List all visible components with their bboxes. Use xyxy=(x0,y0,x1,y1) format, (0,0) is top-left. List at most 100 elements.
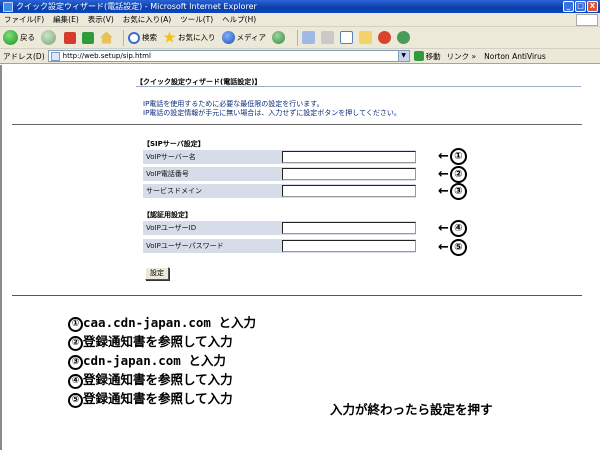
form-row-phone: VoIP電話番号 xyxy=(143,167,416,181)
phone-label: VoIP電話番号 xyxy=(146,170,189,178)
domain-label: サービスドメイン xyxy=(146,187,202,195)
search-icon xyxy=(128,31,140,44)
menu-edit[interactable]: 編集(E) xyxy=(53,14,79,25)
userid-input[interactable] xyxy=(282,222,416,234)
instruction-text: 登録通知書を参照して入力 xyxy=(83,391,233,406)
instruction-text: cdn-japan.com と入力 xyxy=(83,353,226,368)
instruction-number: ④ xyxy=(68,374,83,389)
mail-icon xyxy=(301,31,315,44)
media-label: メディア xyxy=(236,33,266,42)
back-arrow-icon xyxy=(3,30,18,45)
home-icon xyxy=(100,31,113,44)
marker-number: ③ xyxy=(449,183,467,200)
extra-button[interactable] xyxy=(396,31,410,44)
address-bar: アドレス(D) http://web.setup/sip.html ▼ 移動 リ… xyxy=(0,49,600,64)
page-content: 【クイック設定ウィザード(電話設定)】 IP電話を使用するために必要な最低限の設… xyxy=(0,65,600,450)
instruction-text: 登録通知書を参照して入力 xyxy=(83,334,233,349)
page-icon xyxy=(50,51,60,61)
media-icon xyxy=(221,31,235,44)
marker-number: ④ xyxy=(449,220,467,237)
left-arrow-icon: ← xyxy=(438,220,449,236)
messenger-icon xyxy=(377,31,391,44)
instruction-text: caa.cdn-japan.com と入力 xyxy=(83,315,256,330)
menu-bar: ファイル(F) 編集(E) 表示(V) お気に入り(A) ツール(T) ヘルプ(… xyxy=(0,13,600,27)
refresh-button[interactable] xyxy=(82,31,94,44)
back-label: 戻る xyxy=(20,33,35,42)
back-button[interactable]: 戻る xyxy=(3,30,35,45)
form-row-domain: サービスドメイン xyxy=(143,184,416,198)
edit-icon xyxy=(339,31,353,44)
title-underline xyxy=(136,86,581,87)
domain-input[interactable] xyxy=(282,185,416,197)
instruction-text: 登録通知書を参照して入力 xyxy=(83,372,233,387)
menu-file[interactable]: ファイル(F) xyxy=(4,14,44,25)
go-label: 移動 xyxy=(425,51,441,61)
window-controls: _ □ X xyxy=(563,1,598,12)
print-button[interactable] xyxy=(320,31,334,44)
left-arrow-icon: ← xyxy=(438,166,449,182)
menu-tools[interactable]: ツール(T) xyxy=(180,14,213,25)
forward-arrow-icon xyxy=(41,30,56,45)
forward-button[interactable] xyxy=(41,30,58,45)
marker-number: ① xyxy=(449,148,467,165)
chevron-down-icon[interactable]: ▼ xyxy=(397,51,409,61)
media-button[interactable]: メディア xyxy=(221,31,266,44)
search-button[interactable]: 検索 xyxy=(128,31,157,44)
auth-section-heading: 【認証用設定】 xyxy=(143,211,192,219)
go-button[interactable]: 移動 xyxy=(413,51,441,62)
left-arrow-icon: ← xyxy=(438,239,449,255)
instruction-number: ① xyxy=(68,317,83,332)
history-button[interactable] xyxy=(271,31,287,44)
password-input[interactable] xyxy=(282,240,416,252)
minimize-button[interactable]: _ xyxy=(563,1,574,12)
form-row-userid: VoIPユーザーID xyxy=(143,221,416,235)
final-instruction: 入力が終わったら設定を押す xyxy=(330,402,493,417)
server-input[interactable] xyxy=(282,151,416,163)
favorites-button[interactable]: お気に入り xyxy=(163,31,216,44)
maximize-button[interactable]: □ xyxy=(575,1,586,12)
instruction-item: ② 登録通知書を参照して入力 xyxy=(68,332,256,351)
instruction-number: ③ xyxy=(68,355,83,370)
divider xyxy=(12,295,582,296)
printer-icon xyxy=(320,31,334,44)
divider xyxy=(12,124,582,125)
instruction-list: ① caa.cdn-japan.com と入力 ② 登録通知書を参照して入力 ③ cd… xyxy=(68,313,256,408)
instruction-item: ④ 登録通知書を参照して入力 xyxy=(68,370,256,389)
menu-favorites[interactable]: お気に入り(A) xyxy=(123,14,171,25)
phone-input[interactable] xyxy=(282,168,416,180)
form-row-password: VoIPユーザーパスワード xyxy=(143,239,416,253)
menu-help[interactable]: ヘルプ(H) xyxy=(222,14,256,25)
home-button[interactable] xyxy=(100,31,113,44)
submit-button[interactable]: 設定 xyxy=(145,267,169,280)
close-button[interactable]: X xyxy=(587,1,598,12)
discuss-button[interactable] xyxy=(358,31,372,44)
instruction-item: ① caa.cdn-japan.com と入力 xyxy=(68,313,256,332)
intro-line-2: IP電話の設定情報が手元に無い場合は、入力せずに設定ボタンを押してください。 xyxy=(143,109,401,117)
stop-button[interactable] xyxy=(64,31,76,44)
instruction-item: ③ cdn-japan.com と入力 xyxy=(68,351,256,370)
window-titlebar: クイック設定ウィザード(電話設定) - Microsoft Internet E… xyxy=(0,0,600,13)
address-input[interactable]: http://web.setup/sip.html ▼ xyxy=(47,50,410,62)
window-title: クイック設定ウィザード(電話設定) - Microsoft Internet E… xyxy=(16,2,257,11)
address-url: http://web.setup/sip.html xyxy=(62,52,151,60)
links-button[interactable]: リンク » xyxy=(447,51,476,62)
password-label: VoIPユーザーパスワード xyxy=(146,242,224,250)
intro-text: IP電話を使用するために必要な最低限の設定を行います。 IP電話の設定情報が手元… xyxy=(143,100,401,118)
go-arrow-icon xyxy=(413,51,424,61)
toolbar-separator xyxy=(296,29,298,46)
instruction-item: ⑤ 登録通知書を参照して入力 xyxy=(68,389,256,408)
refresh-icon xyxy=(82,31,94,44)
norton-antivirus-button[interactable]: Norton AntiVirus xyxy=(484,52,546,61)
edit-button[interactable] xyxy=(339,31,353,44)
toolbar-separator xyxy=(123,29,124,46)
sip-section-heading: 【SIPサーバ設定】 xyxy=(143,140,205,148)
stop-icon xyxy=(64,31,76,44)
mail-button[interactable] xyxy=(301,31,315,44)
intro-line-1: IP電話を使用するために必要な最低限の設定を行います。 xyxy=(143,100,324,108)
instruction-number: ⑤ xyxy=(68,393,83,408)
windows-logo-icon xyxy=(576,14,598,26)
instruction-number: ② xyxy=(68,336,83,351)
history-icon xyxy=(271,31,285,44)
messenger-button[interactable] xyxy=(377,31,391,44)
menu-view[interactable]: 表示(V) xyxy=(88,14,114,25)
